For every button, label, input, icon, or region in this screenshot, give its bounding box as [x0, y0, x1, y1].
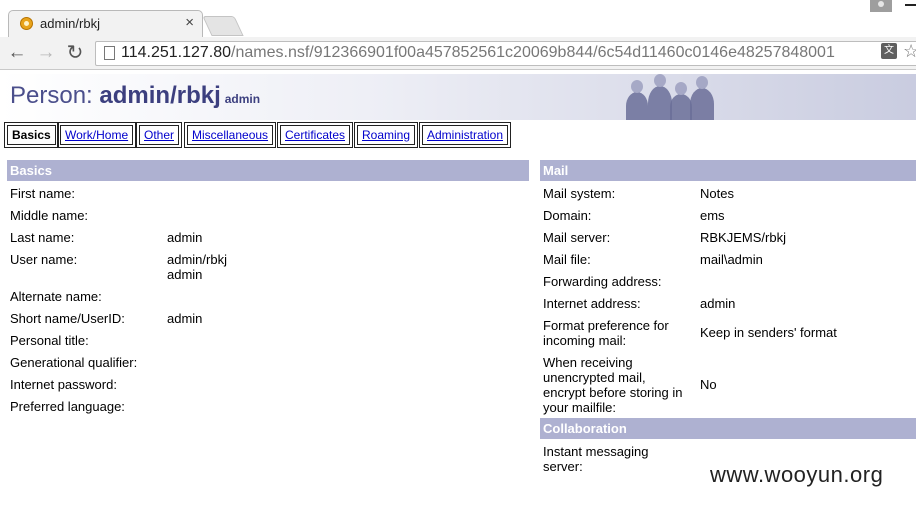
user-name-value-2: admin: [167, 267, 203, 282]
close-tab-icon[interactable]: ×: [185, 14, 194, 31]
field-label: Mail file:: [543, 252, 591, 267]
field-label: Internet address:: [543, 296, 641, 311]
field-label: Personal title:: [10, 333, 89, 348]
encrypt-value: No: [700, 377, 717, 392]
tab-other[interactable]: Other: [136, 122, 183, 148]
field-label: Preferred language:: [10, 399, 125, 414]
tab-roaming-link[interactable]: Roaming: [362, 128, 410, 142]
browser-toolbar: ← → ↻ 114.251.127.80/names.nsf/912366901…: [0, 37, 916, 70]
format-preference-value: Keep in senders' format: [700, 325, 837, 340]
tab-certificates-link[interactable]: Certificates: [285, 128, 345, 142]
tab-administration-link[interactable]: Administration: [427, 128, 503, 142]
field-label: User name:: [10, 252, 78, 267]
field-label: Middle name:: [10, 208, 89, 223]
section-mail-header: Mail: [540, 160, 916, 181]
field-label: When receiving: [543, 355, 633, 370]
notes-favicon-icon: [20, 17, 33, 30]
field-label: Alternate name:: [10, 289, 102, 304]
field-label: First name:: [10, 186, 76, 201]
page-content: Person: admin/rbkj admin Basics Work/Home…: [0, 70, 916, 505]
tab-miscellaneous[interactable]: Miscellaneous: [184, 122, 277, 148]
domain-value: ems: [700, 208, 725, 223]
header-people-photo: [618, 74, 916, 120]
field-label: encrypt before storing in: [543, 385, 683, 400]
url-path: /names.nsf/912366901f00a457852561c20069b…: [231, 44, 835, 61]
reload-icon[interactable]: ↻: [64, 42, 86, 64]
new-tab-button[interactable]: [202, 16, 244, 36]
tab-certificates[interactable]: Certificates: [277, 122, 354, 148]
field-label: Last name:: [10, 230, 75, 245]
field-label: Forwarding address:: [543, 274, 662, 289]
title-name: admin/rbkj: [99, 82, 221, 109]
back-arrow-icon[interactable]: ←: [6, 42, 28, 64]
address-url[interactable]: 114.251.127.80/names.nsf/912366901f00a45…: [121, 44, 835, 62]
field-label: Mail server:: [543, 230, 611, 245]
page-title: Person: admin/rbkj admin: [10, 82, 260, 110]
field-label: your mailfile:: [543, 400, 616, 415]
tab-basics[interactable]: Basics: [4, 122, 59, 148]
browser-tab[interactable]: admin/rbkj ×: [8, 10, 203, 37]
title-subtitle: admin: [224, 92, 261, 106]
browser-tabstrip: admin/rbkj ×: [0, 0, 916, 37]
bookmark-star-icon[interactable]: ☆: [903, 41, 916, 62]
last-name-value: admin: [167, 230, 203, 245]
field-label: Format preference for: [543, 318, 669, 333]
section-collaboration-header: Collaboration: [540, 418, 916, 439]
short-name-value: admin: [167, 311, 203, 326]
url-host: 114.251.127.80: [121, 44, 232, 61]
translate-icon[interactable]: 文: [881, 43, 897, 59]
tab-work-home[interactable]: Work/Home: [57, 122, 137, 148]
watermark: www.wooyun.org: [710, 462, 884, 487]
internet-address-value: admin: [700, 296, 736, 311]
field-label: Short name/UserID:: [10, 311, 125, 326]
tab-work-home-link[interactable]: Work/Home: [65, 128, 128, 142]
page-icon: [104, 46, 115, 60]
tab-roaming[interactable]: Roaming: [354, 122, 419, 148]
title-prefix: Person:: [10, 82, 100, 109]
field-label: Generational qualifier:: [10, 355, 138, 370]
field-label: Domain:: [543, 208, 592, 223]
mail-server-value: RBKJEMS/rbkj: [700, 230, 786, 245]
mail-file-value: mail\admin: [700, 252, 763, 267]
browser-tab-title: admin/rbkj: [40, 16, 100, 31]
tab-miscellaneous-link[interactable]: Miscellaneous: [192, 128, 268, 142]
forward-arrow-icon[interactable]: →: [35, 42, 57, 64]
tab-other-link[interactable]: Other: [144, 128, 174, 142]
profile-avatar-icon[interactable]: [870, 0, 892, 12]
field-label: unencrypted mail,: [543, 370, 646, 385]
section-basics-header: Basics: [7, 160, 529, 181]
field-label: Instant messaging: [543, 444, 649, 459]
address-bar[interactable]: 114.251.127.80/names.nsf/912366901f00a45…: [95, 41, 916, 66]
tab-administration[interactable]: Administration: [419, 122, 512, 148]
user-name-value: admin/rbkj: [167, 252, 227, 267]
minimize-icon[interactable]: [905, 4, 916, 6]
field-label: incoming mail:: [543, 333, 627, 348]
field-label: Internet password:: [10, 377, 117, 392]
mail-system-value: Notes: [700, 186, 734, 201]
field-label: Mail system:: [543, 186, 616, 201]
field-label: server:: [543, 459, 583, 474]
